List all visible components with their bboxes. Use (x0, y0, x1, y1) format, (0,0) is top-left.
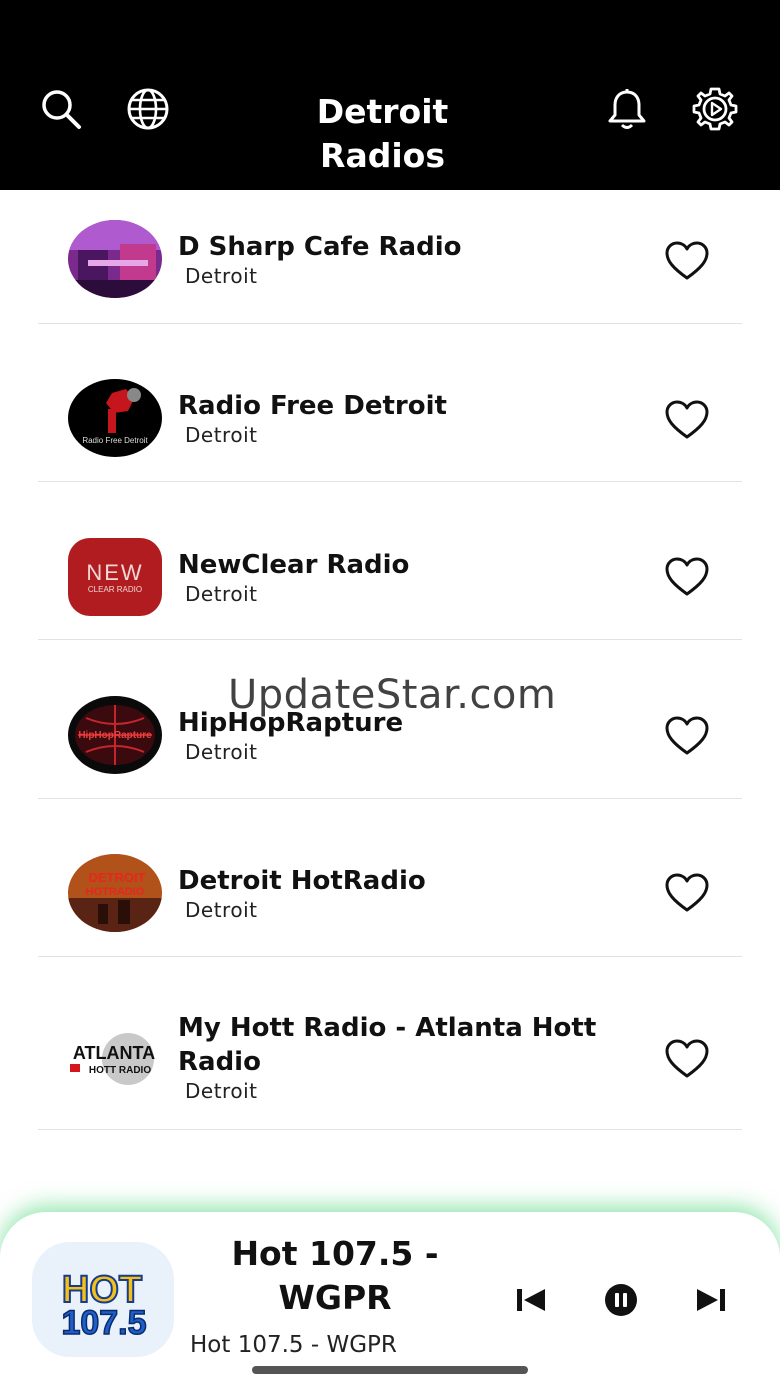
station-location: Detroit (185, 582, 258, 606)
station-row[interactable]: ATLANTA HOTT RADIO My Hott Radio - Atlan… (38, 957, 742, 1130)
station-name: Detroit HotRadio (178, 866, 426, 896)
station-row[interactable]: Radio Free Detroit Radio Free Detroit De… (38, 324, 742, 482)
svg-text:HOTRADIO: HOTRADIO (86, 886, 145, 898)
pause-icon[interactable] (600, 1280, 642, 1320)
now-playing-subtitle: Hot 107.5 - WGPR (190, 1332, 397, 1358)
home-indicator[interactable] (252, 1366, 528, 1374)
heart-icon[interactable] (664, 240, 710, 282)
station-location: Detroit (185, 898, 258, 922)
svg-text:NEW: NEW (86, 560, 143, 585)
page-title: Detroit Radios (316, 92, 449, 175)
station-location: Detroit (185, 423, 258, 447)
station-location: Detroit (185, 740, 258, 764)
svg-text:ATLANTA: ATLANTA (73, 1043, 155, 1063)
station-row[interactable]: NEW CLEAR RADIO NewClear Radio Detroit (38, 482, 742, 640)
svg-text:HipHopRapture: HipHopRapture (78, 730, 152, 741)
watermark-text: UpdateStar.com (228, 672, 557, 718)
station-row[interactable]: HipHopRapture HipHopRapture Detroit (38, 640, 742, 799)
svg-text:DETROIT: DETROIT (88, 870, 145, 885)
station-row[interactable]: DETROIT HOTRADIO Detroit HotRadio Detroi… (38, 799, 742, 957)
svg-text:Radio Free Detroit: Radio Free Detroit (82, 436, 148, 445)
now-playing-logo: HOT 107.5 (32, 1242, 174, 1357)
station-logo: ATLANTA HOTT RADIO (68, 1019, 162, 1097)
next-track-icon[interactable] (690, 1280, 732, 1320)
globe-icon[interactable] (125, 86, 171, 132)
station-name: D Sharp Cafe Radio (178, 232, 462, 262)
station-logo: HipHopRapture (68, 696, 162, 774)
station-name: Radio Free Detroit (178, 391, 447, 421)
station-logo: Radio Free Detroit (68, 379, 162, 457)
heart-icon[interactable] (664, 715, 710, 757)
station-location: Detroit (185, 1079, 258, 1103)
station-row[interactable]: D Sharp Cafe Radio Detroit (38, 190, 742, 324)
now-playing-title: Hot 107.5 - WGPR (231, 1234, 439, 1317)
svg-text:CLEAR RADIO: CLEAR RADIO (88, 585, 142, 594)
now-playing-bar[interactable]: HOT 107.5 Hot 107.5 - WGPR Hot 107.5 - W… (0, 1212, 780, 1387)
heart-icon[interactable] (664, 556, 710, 598)
svg-text:HOTT RADIO: HOTT RADIO (89, 1065, 151, 1076)
station-name: NewClear Radio (178, 550, 410, 580)
search-icon[interactable] (38, 86, 84, 132)
settings-icon[interactable] (692, 86, 738, 132)
station-name: My Hott Radio - Atlanta Hott Radio (178, 1013, 597, 1077)
station-logo (68, 220, 162, 298)
heart-icon[interactable] (664, 1038, 710, 1080)
heart-icon[interactable] (664, 872, 710, 914)
previous-track-icon[interactable] (510, 1280, 552, 1320)
station-logo: DETROIT HOTRADIO (68, 854, 162, 932)
bell-icon[interactable] (604, 86, 650, 132)
app-header: Detroit Radios (0, 0, 780, 190)
station-logo: NEW CLEAR RADIO (68, 538, 162, 616)
heart-icon[interactable] (664, 399, 710, 441)
svg-text:107.5: 107.5 (61, 1304, 146, 1342)
station-location: Detroit (185, 264, 258, 288)
